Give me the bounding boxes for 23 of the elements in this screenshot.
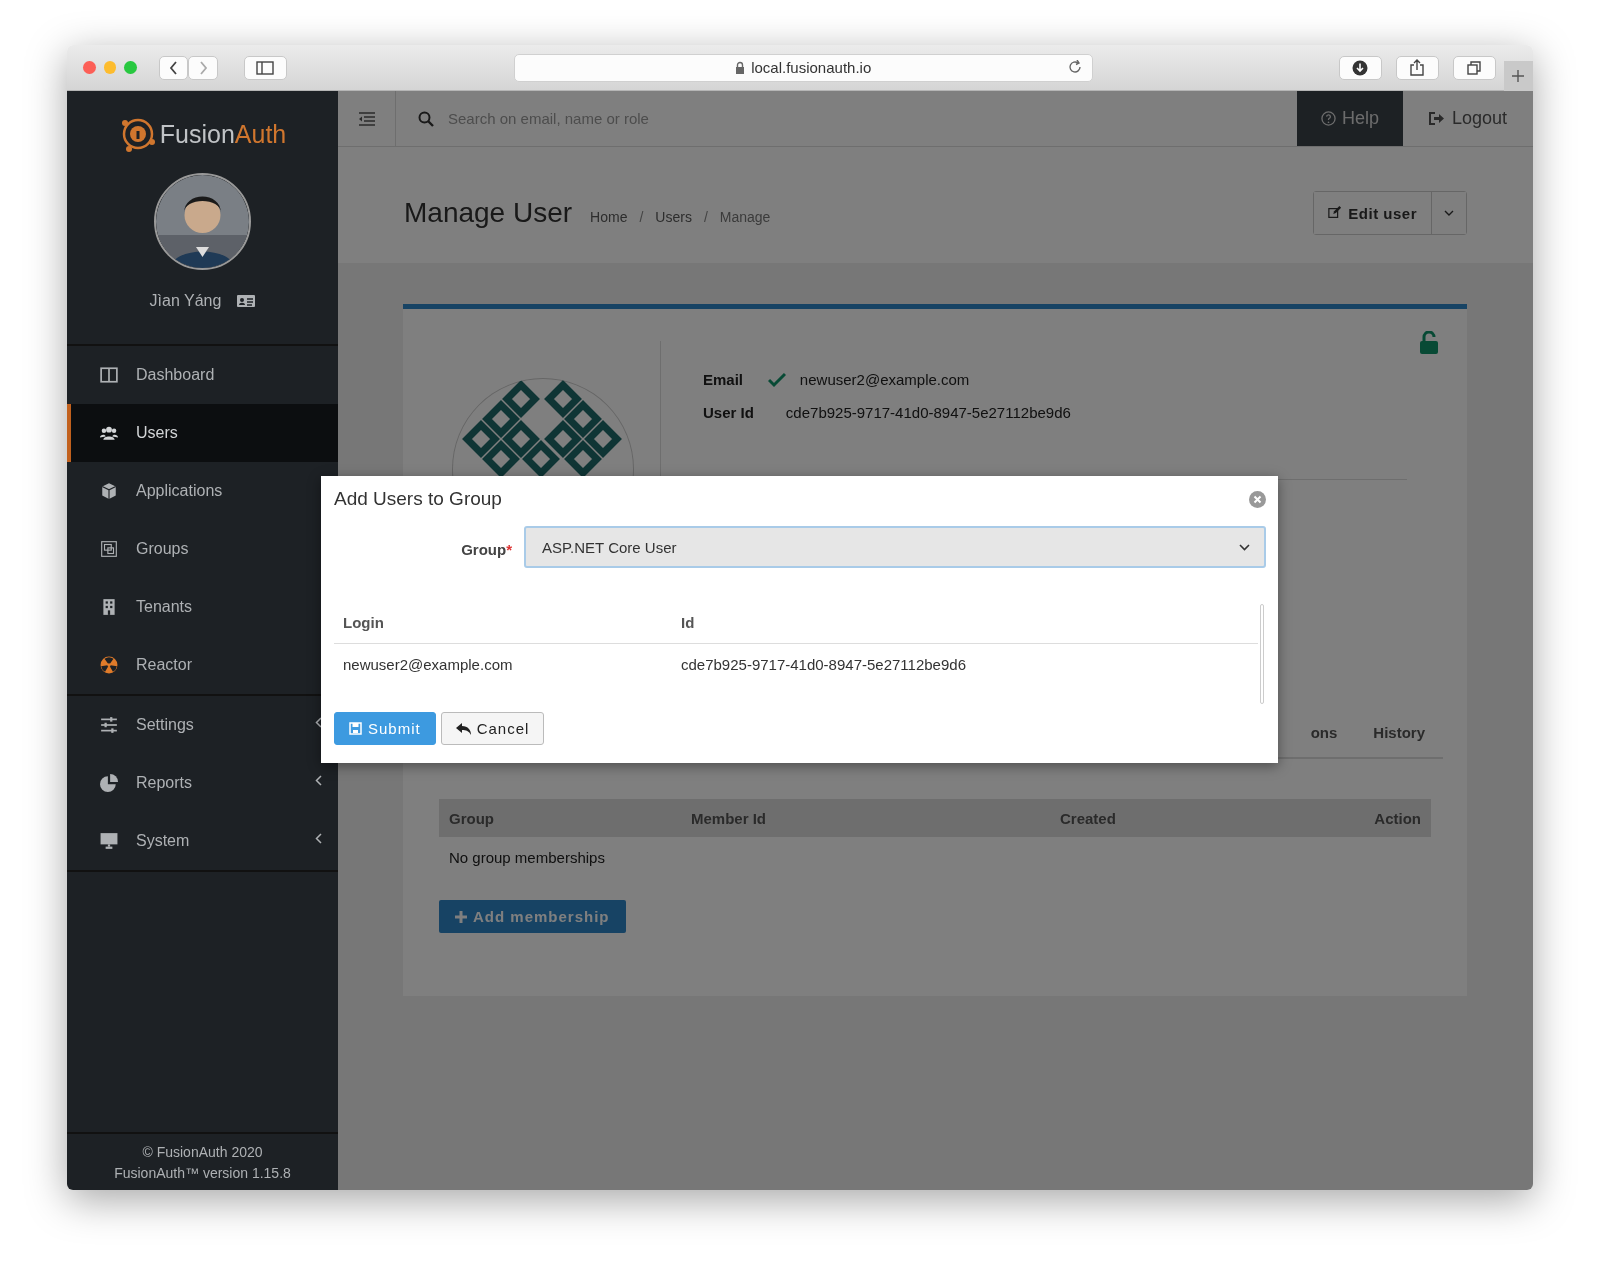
table-cell-text: cde7b925-9717-41d0-8947-5e27112be9d6 [680, 655, 967, 675]
column-header: Group [449, 809, 495, 827]
field-label: User Id [703, 404, 754, 421]
footer-text: FusionAuth™ version 1.15.8 [113, 1164, 292, 1183]
column-header: Member Id [691, 809, 767, 827]
column-header: Id [672, 604, 1258, 644]
user-name: Jìan Yáng [149, 292, 222, 310]
empty-message: No group memberships [448, 848, 606, 868]
footer-text: © FusionAuth 2020 [141, 1143, 264, 1162]
column-header: Login [334, 604, 672, 644]
group-label: Group* [460, 540, 512, 558]
logo-text: FusionAuth [159, 119, 287, 149]
column-header: Action [1374, 809, 1421, 827]
breadcrumb-current: Manage [719, 209, 771, 225]
field-value: cde7b925-9717-41d0-8947-5e27112be9d6 [785, 404, 1071, 421]
field-label: Email [703, 371, 745, 388]
breadcrumb-separator: / [703, 209, 708, 225]
column-header: Created [1060, 809, 1117, 827]
dialog-title: Add Users to Group [334, 488, 502, 510]
table-cell-text: newuser2@example.com [342, 655, 514, 675]
page-title: Manage User [404, 197, 573, 229]
breadcrumb-separator: / [639, 209, 644, 225]
field-value: newuser2@example.com [799, 371, 971, 388]
